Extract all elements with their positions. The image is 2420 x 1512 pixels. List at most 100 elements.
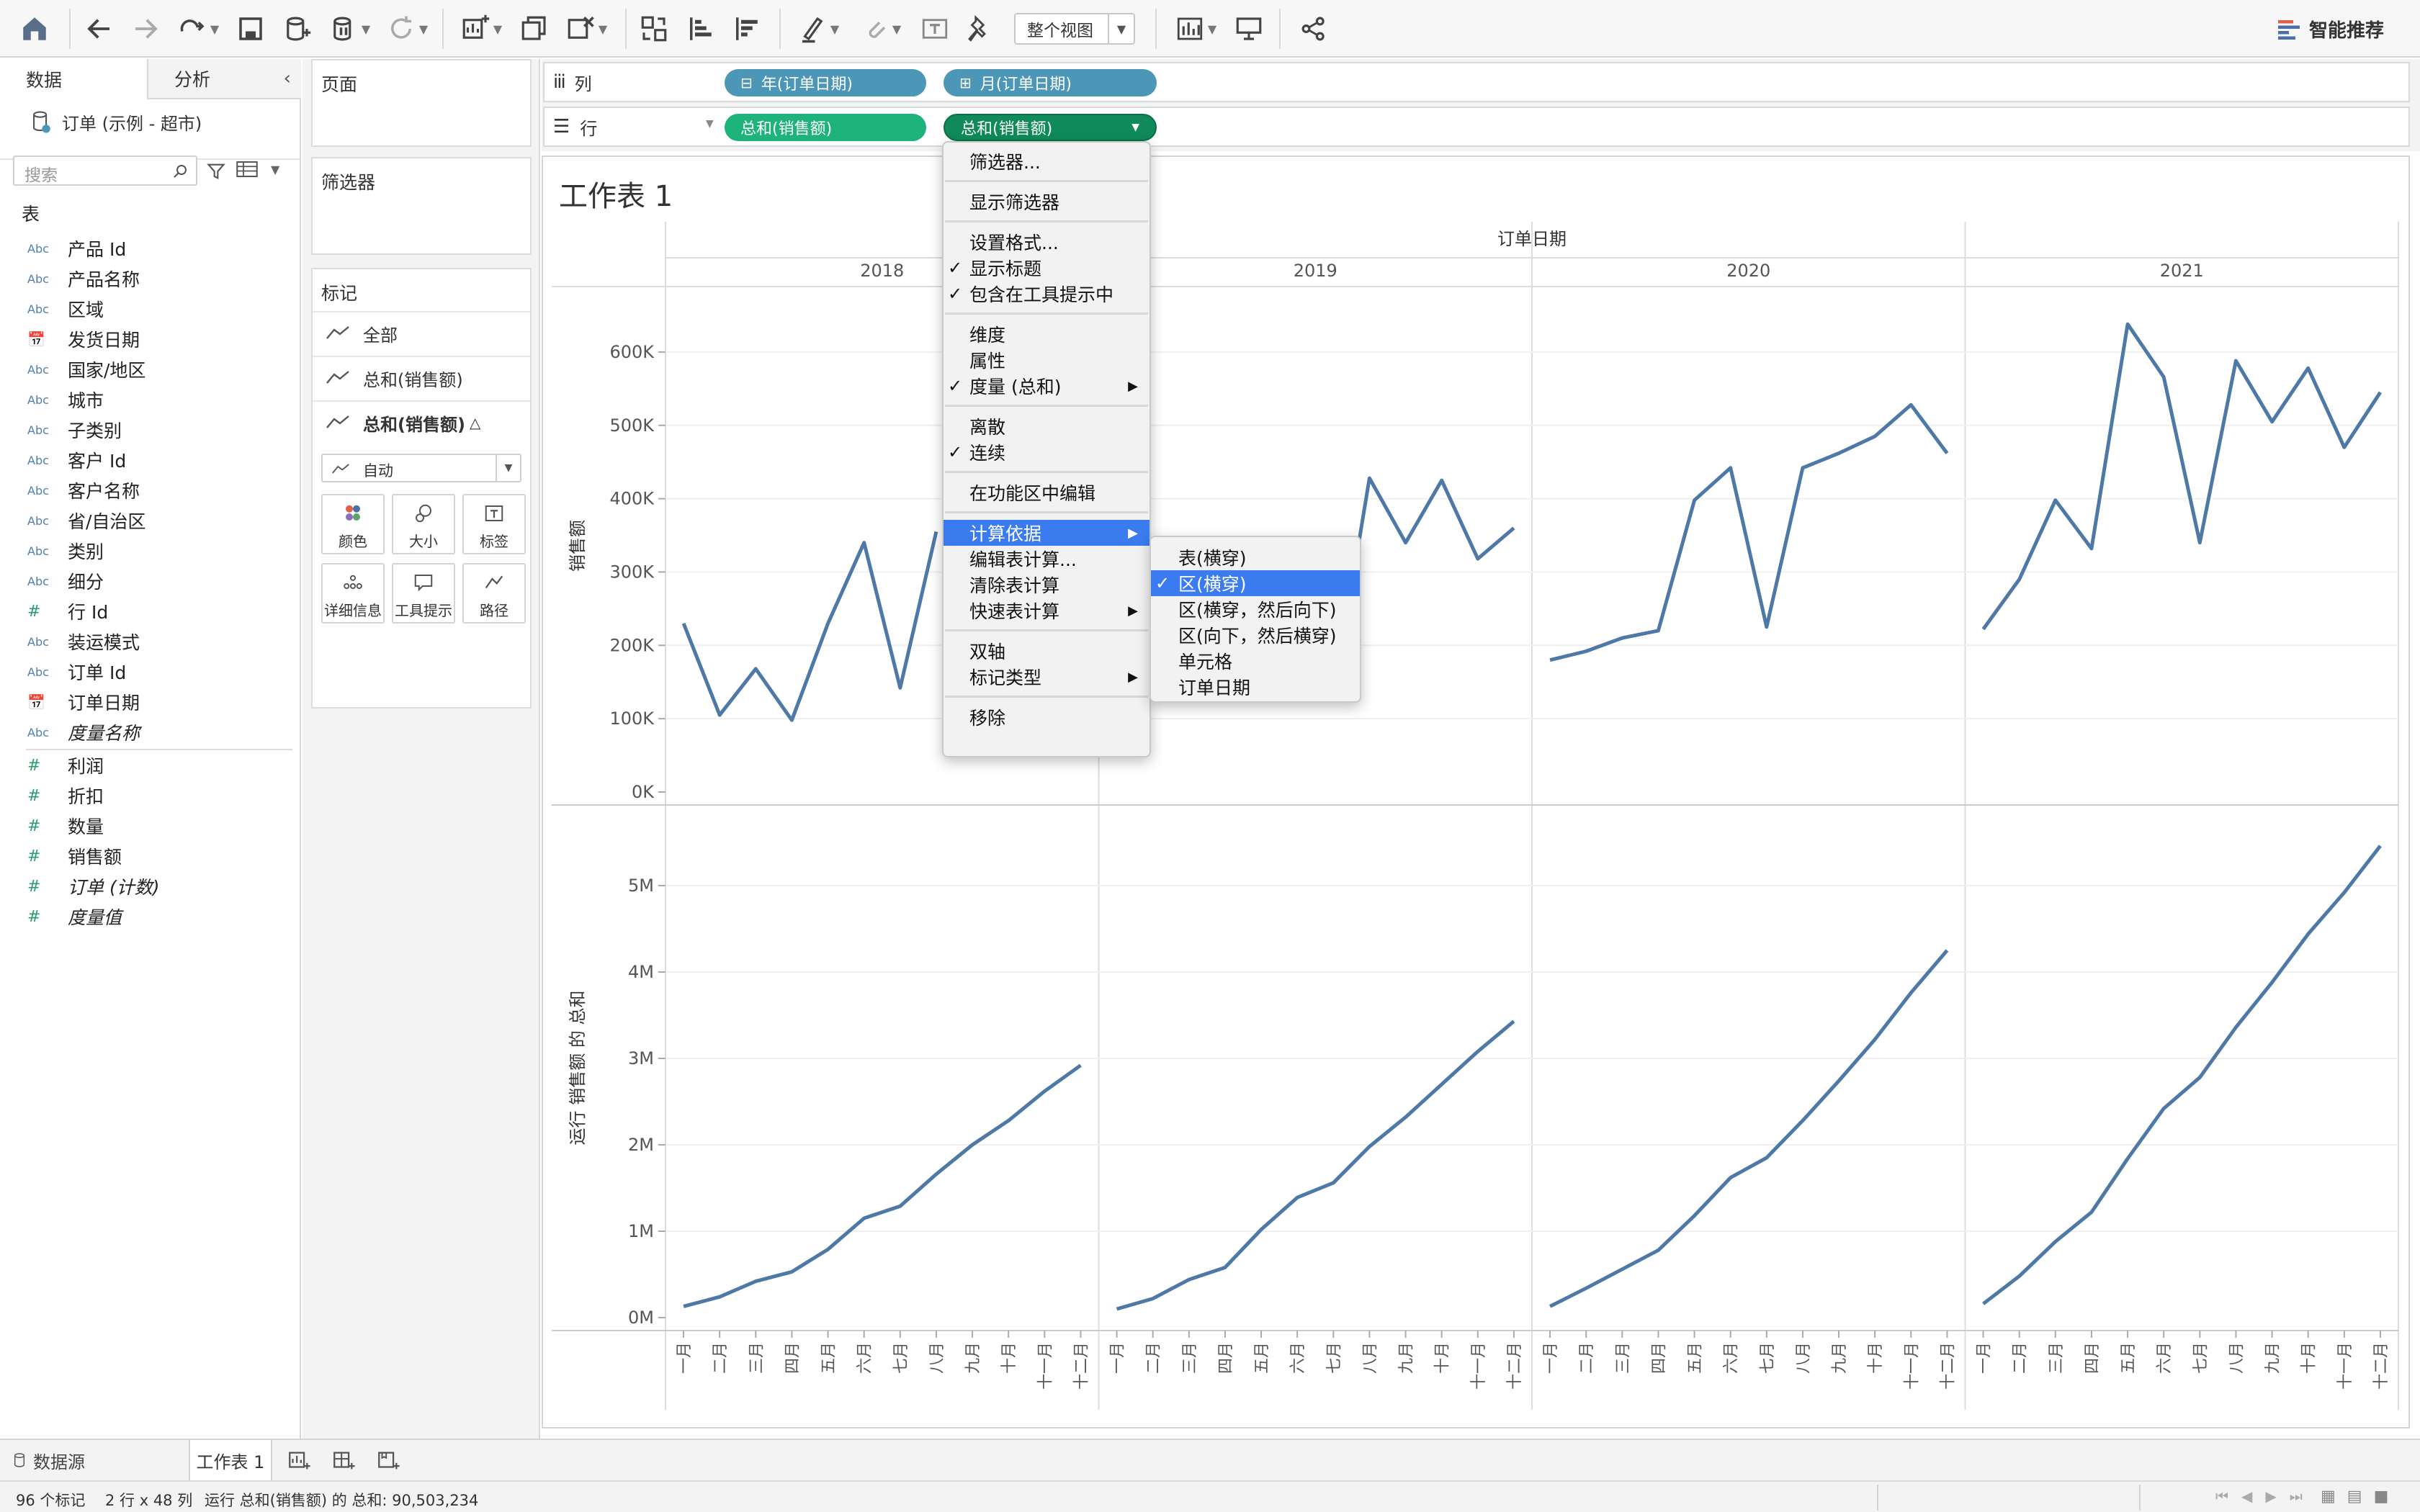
layout-view-icons[interactable]: ▦▤■	[2321, 1488, 2400, 1506]
menu-item[interactable]: 计算依据 ▶	[944, 520, 1150, 546]
field-item[interactable]: Abc 国家/地区	[27, 354, 145, 384]
color-button[interactable]: 颜色	[321, 494, 385, 554]
duplicate-icon[interactable]	[516, 10, 553, 48]
group-icon[interactable]: ▼	[853, 10, 908, 48]
pause-icon[interactable]: ▼	[324, 10, 375, 48]
showme-icon[interactable]: ▼	[1168, 10, 1223, 48]
tooltip-button[interactable]: 工具提示	[392, 563, 455, 624]
field-item[interactable]: Abc 产品 Id	[27, 233, 126, 264]
submenu-item[interactable]: 区(横穿，然后向下)	[1151, 596, 1360, 622]
tab-data[interactable]: 数据	[0, 59, 147, 99]
submenu-item[interactable]: 区(向下，然后横穿)	[1151, 622, 1360, 648]
rows-shelf[interactable]: ☰ 行 ▼ 总和(销售额) 总和(销售额) ▼	[543, 107, 2410, 147]
field-item[interactable]: Abc 省/自治区	[27, 505, 145, 536]
sort-asc-icon[interactable]	[681, 10, 719, 48]
chevron-down-icon[interactable]: ▼	[1108, 14, 1134, 43]
field-item[interactable]: Abc 细分	[27, 566, 104, 596]
chevron-down-icon[interactable]: ▼	[1131, 122, 1139, 133]
highlight-icon[interactable]: ▼	[791, 10, 846, 48]
sheet-tab-1[interactable]: 工作表 1	[189, 1440, 272, 1480]
submenu-item[interactable]: ✓ 区(横穿)	[1151, 570, 1360, 596]
share-icon[interactable]	[1295, 10, 1332, 48]
menu-item[interactable]: 维度	[944, 321, 1150, 347]
menu-item[interactable]: 显示筛选器	[944, 189, 1150, 215]
field-item[interactable]: Abc 子类别	[27, 415, 122, 445]
field-item[interactable]: Abc 区域	[27, 294, 104, 324]
search-input[interactable]: 搜索	[13, 156, 197, 186]
menu-item[interactable]: 编辑表计算...	[944, 546, 1150, 572]
menu-item[interactable]: ✓ 包含在工具提示中	[944, 281, 1150, 307]
datasource-tab[interactable]: 数据源	[13, 1440, 85, 1480]
menu-item[interactable]: 离散	[944, 413, 1150, 439]
field-item[interactable]: # 销售额	[27, 841, 122, 871]
menu-item[interactable]: 设置格式...	[944, 229, 1150, 255]
mark-type-select[interactable]: 自动 ▼	[321, 454, 521, 482]
home-icon[interactable]	[16, 10, 53, 48]
pin-icon[interactable]	[961, 10, 998, 48]
submenu-item[interactable]: 订单日期	[1151, 674, 1360, 700]
page-navigation[interactable]: ⏮◀▶⏭	[2215, 1488, 2316, 1505]
menu-item[interactable]: 在功能区中编辑	[944, 480, 1150, 505]
smart-recommend-button[interactable]: 智能推荐	[2276, 14, 2384, 43]
menu-item[interactable]: ✓ 度量 (总和) ▶	[944, 373, 1150, 399]
submenu-item[interactable]: 单元格	[1151, 648, 1360, 674]
swap-icon[interactable]	[635, 10, 673, 48]
field-item[interactable]: Abc 产品名称	[27, 264, 140, 294]
view-options-icon[interactable]: ▼	[236, 160, 287, 183]
new-story-icon[interactable]	[376, 1449, 400, 1473]
field-item[interactable]: Abc 度量名称	[27, 717, 140, 747]
pill-month-order-date[interactable]: ⊞ 月(订单日期)	[944, 69, 1157, 96]
field-item[interactable]: Abc 客户 Id	[27, 445, 126, 475]
submenu-item[interactable]: 表(横穿)	[1151, 544, 1360, 570]
menu-item[interactable]: ✓ 显示标题	[944, 255, 1150, 281]
pages-card[interactable]: 页面	[311, 59, 532, 147]
menu-item[interactable]: 属性	[944, 347, 1150, 373]
label-button[interactable]: 标签	[462, 494, 526, 554]
field-item[interactable]: # 利润	[27, 750, 104, 780]
redo-icon[interactable]	[127, 10, 164, 48]
field-item[interactable]: # 数量	[27, 811, 104, 841]
menu-item[interactable]: ✓ 连续	[944, 439, 1150, 465]
sort-desc-icon[interactable]	[727, 10, 765, 48]
undo-icon[interactable]	[81, 10, 118, 48]
field-item[interactable]: Abc 城市	[27, 384, 104, 415]
clear-sheet-icon[interactable]: ▼	[559, 10, 614, 48]
detail-button[interactable]: 详细信息	[321, 563, 385, 624]
view-fit-select[interactable]: 整个视图 ▼	[1014, 13, 1135, 45]
label-icon[interactable]	[916, 10, 954, 48]
refresh-icon[interactable]: ▼	[382, 10, 432, 48]
marks-row-all[interactable]: 全部	[313, 311, 530, 354]
field-item[interactable]: # 度量值	[27, 901, 122, 932]
columns-shelf[interactable]: iii 列 ⊟ 年(订单日期) ⊞ 月(订单日期)	[543, 62, 2410, 102]
menu-item[interactable]: 移除	[944, 704, 1150, 730]
replay-icon[interactable]: ▼	[173, 10, 223, 48]
menu-item[interactable]: 筛选器...	[944, 148, 1150, 174]
new-worksheet-icon[interactable]: ▼	[454, 10, 508, 48]
field-item[interactable]: Abc 类别	[27, 536, 104, 566]
filter-icon[interactable]	[206, 161, 226, 181]
filters-card[interactable]: 筛选器	[311, 157, 532, 255]
chevron-down-icon[interactable]: ▼	[496, 455, 520, 481]
menu-item[interactable]: 清除表计算	[944, 572, 1150, 598]
presentation-icon[interactable]	[1230, 10, 1268, 48]
menu-item[interactable]: 标记类型 ▶	[944, 664, 1150, 690]
path-button[interactable]: 路径	[462, 563, 526, 624]
chevron-down-icon[interactable]: ▼	[706, 118, 714, 130]
menu-item[interactable]: 双轴	[944, 638, 1150, 664]
pill-sum-sales-2[interactable]: 总和(销售额) ▼	[944, 114, 1157, 141]
field-item[interactable]: Abc 订单 Id	[27, 657, 126, 687]
datasource-row[interactable]: 订单 (示例 - 超市)	[0, 99, 300, 160]
marks-row-sales-1[interactable]: 总和(销售额)	[313, 356, 530, 399]
collapse-icon[interactable]: ‹	[284, 68, 291, 89]
field-item[interactable]: # 折扣	[27, 780, 104, 811]
tab-analysis[interactable]: 分析 ‹	[147, 59, 301, 99]
save-icon[interactable]	[232, 10, 269, 48]
size-button[interactable]: 大小	[392, 494, 455, 554]
new-worksheet-icon[interactable]	[287, 1449, 311, 1473]
pill-sum-sales-1[interactable]: 总和(销售额)	[725, 114, 926, 141]
field-item[interactable]: # 订单 (计数)	[27, 871, 159, 901]
pill-year-order-date[interactable]: ⊟ 年(订单日期)	[725, 69, 926, 96]
field-item[interactable]: # 行 Id	[27, 596, 108, 626]
field-item[interactable]: 📅 发货日期	[27, 324, 140, 354]
field-item[interactable]: 📅 订单日期	[27, 687, 140, 717]
